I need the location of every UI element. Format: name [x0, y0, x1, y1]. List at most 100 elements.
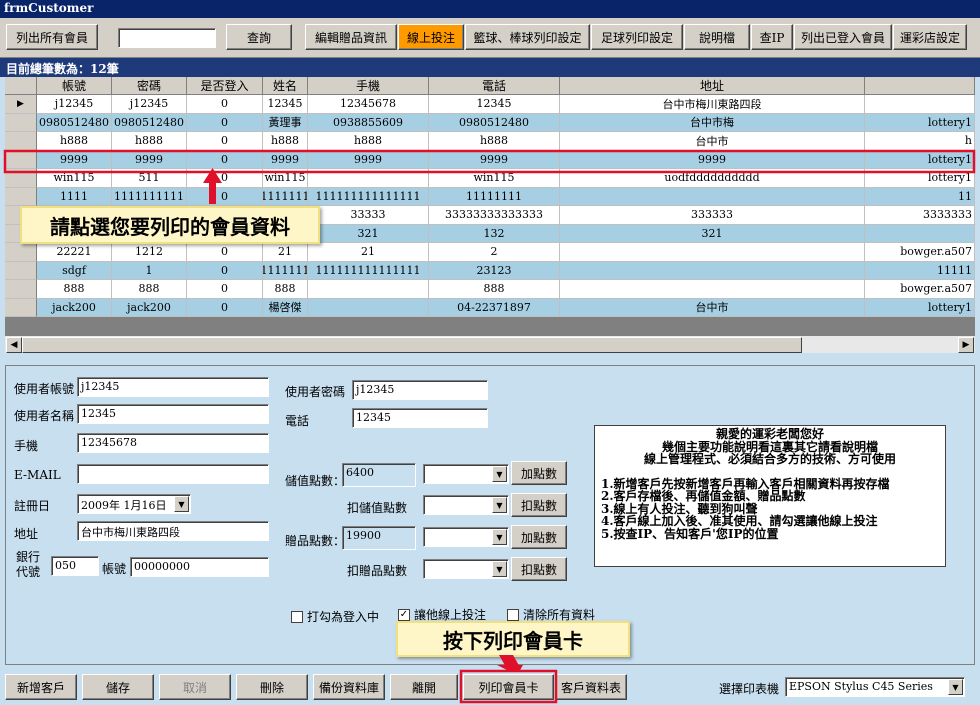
table-cell[interactable]: 0980512480 [112, 113, 187, 132]
password-field[interactable]: j12345 [352, 380, 488, 400]
row-selector[interactable] [5, 280, 37, 299]
table-cell[interactable]: j12345 [112, 95, 187, 114]
deduct-gift-combo[interactable]: ▼ [423, 559, 509, 579]
horizontal-scrollbar[interactable]: ◀ ▶ [5, 335, 975, 353]
table-cell[interactable]: bowger.a507 [865, 243, 975, 262]
table-cell[interactable] [560, 243, 865, 262]
edit-gift-info-button[interactable]: 編輯贈品資訊 [305, 24, 397, 50]
table-cell[interactable]: 黃理事 [263, 113, 308, 132]
add-points-button[interactable]: 加點數 [511, 461, 567, 485]
gift-points-combo[interactable]: ▼ [423, 527, 509, 547]
username-field[interactable]: j12345 [77, 377, 269, 397]
table-cell[interactable] [865, 224, 975, 243]
chevron-down-icon[interactable]: ▼ [174, 496, 189, 512]
table-row[interactable]: sdgf 1 0 1111111 111111111111111 23123 11111 [5, 261, 975, 280]
customer-data-sheet-button[interactable]: 客戶資料表 [555, 674, 627, 700]
table-row[interactable]: ▶ j12345 j12345 0 12345 12345678 12345 台中市梅川東路四… [5, 95, 975, 114]
table-cell[interactable] [560, 261, 865, 280]
table-cell[interactable]: 888 [112, 280, 187, 299]
table-cell[interactable]: 0 [187, 113, 263, 132]
scrollbar-thumb[interactable] [22, 337, 802, 353]
stored-points-combo[interactable]: ▼ [423, 464, 509, 484]
table-cell[interactable]: 0 [187, 261, 263, 280]
row-selector[interactable] [5, 261, 37, 280]
table-cell[interactable]: 0 [187, 280, 263, 299]
table-cell[interactable]: 0 [187, 95, 263, 114]
scroll-left-icon[interactable]: ◀ [6, 337, 22, 353]
phone-field[interactable]: 12345 [352, 408, 488, 428]
column-header[interactable]: 密碼 [112, 77, 187, 95]
mobile-field[interactable]: 12345678 [77, 433, 269, 453]
column-header[interactable] [865, 77, 975, 95]
table-cell[interactable]: 23123 [429, 261, 560, 280]
table-cell[interactable]: 2 [429, 243, 560, 262]
name-field[interactable]: 12345 [77, 404, 269, 424]
table-cell[interactable] [560, 280, 865, 299]
help-file-button[interactable]: 說明檔 [684, 24, 750, 50]
table-cell[interactable]: 21 [263, 243, 308, 262]
deduct-stored-combo[interactable]: ▼ [423, 495, 509, 515]
table-cell[interactable]: 22221 [37, 243, 112, 262]
checkbox-icon[interactable]: ✓ [398, 608, 410, 621]
table-row[interactable]: jack200 jack200 0 楊啓傑 04-22371897 台中市 lottery1 [5, 298, 975, 317]
table-cell[interactable]: 1 [112, 261, 187, 280]
column-header[interactable]: 是否登入 [187, 77, 263, 95]
table-cell[interactable]: 321 [560, 224, 865, 243]
table-cell[interactable]: 0 [187, 298, 263, 317]
row-selector[interactable] [5, 298, 37, 317]
lottery-shop-settings-button[interactable]: 運彩店設定 [893, 24, 967, 50]
table-cell[interactable]: 132 [429, 224, 560, 243]
table-cell[interactable]: 11111 [865, 261, 975, 280]
query-button[interactable]: 查詢 [226, 24, 292, 50]
table-cell[interactable]: 12345678 [308, 95, 429, 114]
exit-button[interactable]: 離開 [390, 674, 458, 700]
column-header[interactable]: 地址 [560, 77, 865, 95]
table-cell[interactable] [308, 280, 429, 299]
backup-database-button[interactable]: 備份資料庫 [313, 674, 385, 700]
table-cell[interactable]: 1111111 [263, 261, 308, 280]
table-row[interactable]: 0980512480 0980512480 0 黃理事 0938855609 098051… [5, 113, 975, 132]
checkbox-icon[interactable] [507, 608, 519, 621]
deduct-gift-points-button[interactable]: 扣點數 [511, 557, 567, 581]
checkbox-icon[interactable] [291, 610, 303, 623]
row-selector[interactable] [5, 243, 37, 262]
cancel-button[interactable]: 取消 [159, 674, 231, 700]
chevron-down-icon[interactable]: ▼ [492, 466, 507, 482]
table-cell[interactable]: 888 [429, 280, 560, 299]
address-field[interactable]: 台中市梅川東路四段 [77, 521, 269, 541]
logged-in-checkbox[interactable]: 打勾為登入中 [291, 608, 379, 625]
bank-code-field[interactable]: 050 [51, 556, 99, 576]
email-field[interactable] [77, 464, 269, 484]
table-cell[interactable]: bowger.a507 [865, 280, 975, 299]
table-cell[interactable]: 台中市 [560, 298, 865, 317]
table-cell[interactable] [308, 298, 429, 317]
online-bet-button[interactable]: 線上投注 [398, 24, 464, 50]
chevron-down-icon[interactable]: ▼ [492, 497, 507, 513]
scroll-right-icon[interactable]: ▶ [958, 337, 974, 353]
column-header[interactable]: 帳號 [37, 77, 112, 95]
reg-date-picker[interactable]: 2009年 1月16日 ▼ [77, 494, 191, 514]
basketball-baseball-print-settings-button[interactable]: 籃球、棒球列印設定 [465, 24, 590, 50]
delete-button[interactable]: 刪除 [236, 674, 308, 700]
table-cell[interactable]: lottery1 [865, 298, 975, 317]
column-header[interactable]: 姓名 [263, 77, 308, 95]
table-cell[interactable]: 12345 [263, 95, 308, 114]
table-cell[interactable]: 04-22371897 [429, 298, 560, 317]
table-cell[interactable]: 楊啓傑 [263, 298, 308, 317]
list-logged-in-members-button[interactable]: 列出已登入會員 [794, 24, 892, 50]
table-cell[interactable]: 21 [308, 243, 429, 262]
table-cell[interactable]: 1212 [112, 243, 187, 262]
table-cell[interactable]: 0980512480 [37, 113, 112, 132]
chevron-down-icon[interactable]: ▼ [948, 679, 963, 695]
table-cell[interactable]: jack200 [112, 298, 187, 317]
save-button[interactable]: 儲存 [82, 674, 154, 700]
table-cell[interactable] [865, 95, 975, 114]
column-header[interactable]: 手機 [308, 77, 429, 95]
chevron-down-icon[interactable]: ▼ [492, 561, 507, 577]
deduct-stored-points-button[interactable]: 扣點數 [511, 493, 567, 517]
search-input[interactable] [118, 28, 216, 48]
table-cell[interactable]: 台中市梅川東路四段 [560, 95, 865, 114]
table-cell[interactable]: j12345 [37, 95, 112, 114]
table-cell[interactable]: sdgf [37, 261, 112, 280]
column-header[interactable]: 電話 [429, 77, 560, 95]
